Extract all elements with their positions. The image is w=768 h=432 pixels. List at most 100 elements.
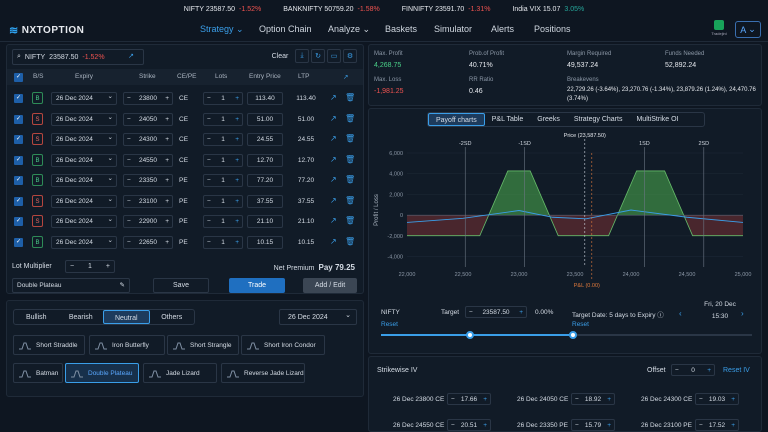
delete-icon[interactable]: 🗑 [345,114,355,123]
delete-icon[interactable]: 🗑 [345,134,355,143]
tab-neutral[interactable]: Neutral [103,310,150,324]
option-type[interactable]: CE [179,95,188,102]
tab-others[interactable]: Others [150,310,195,324]
entry-price-input[interactable]: 113.40 [247,92,283,105]
expiry-select[interactable]: 26 Dec 2024 [279,308,357,325]
entry-price-input[interactable]: 12.70 [247,153,283,167]
tab-strategy-charts[interactable]: Strategy Charts [567,113,630,126]
nav-analyze[interactable]: Analyze ⌄ [328,24,370,35]
date-slider[interactable] [572,334,752,336]
strategy-card[interactable]: Batman [13,363,63,383]
leg-checkbox[interactable]: ✓ [14,237,23,247]
chart-icon[interactable]: ↗ [124,49,138,63]
chevron-left-icon[interactable]: ‹ [679,309,682,318]
iv-stepper[interactable]: −17.66 + [447,393,491,405]
delete-icon[interactable]: 🗑 [345,93,355,102]
nav-strategy[interactable]: Strategy ⌄ [200,24,244,35]
option-type[interactable]: PE [179,218,188,225]
lots-stepper[interactable]: −1 + [203,174,243,187]
add-edit-button[interactable]: Add / Edit [303,278,357,293]
option-type[interactable]: PE [179,177,188,184]
iv-stepper[interactable]: −19.03 + [695,393,739,405]
share-icon[interactable]: ▭ [327,49,341,63]
nav-option-chain[interactable]: Option Chain [259,24,312,34]
delete-icon[interactable]: 🗑 [345,237,355,246]
payoff-chart[interactable]: 6,000 4,000 2,000 0 -2,000 -4,000 22,000 22,500… [369,129,763,301]
delete-icon[interactable]: 🗑 [345,216,355,225]
entry-price-input[interactable]: 21.10 [247,215,283,228]
broker-tradejini[interactable]: Tradejini [708,20,730,40]
download-icon[interactable]: ⤓ [295,49,309,63]
expiry-select[interactable]: 26 Dec 2024 [51,214,117,228]
tab-pnl-table[interactable]: P&L Table [485,113,531,126]
strike-stepper[interactable]: −24550 + [123,153,173,167]
strike-stepper[interactable]: −24300 + [123,133,173,146]
tab-bearish[interactable]: Bearish [59,310,104,324]
strike-stepper[interactable]: −22650 + [123,235,173,249]
leg-checkbox[interactable]: ✓ [14,217,23,226]
nav-baskets[interactable]: Baskets [385,24,417,34]
lots-stepper[interactable]: −1 + [203,133,243,146]
leg-checkbox[interactable]: ✓ [14,155,23,165]
buy-sell-toggle[interactable]: B [32,92,43,104]
entry-price-input[interactable]: 37.55 [247,194,283,208]
chart-icon[interactable]: ↗ [330,175,337,184]
clear-button[interactable]: Clear [269,49,291,63]
strike-stepper[interactable]: −23100 + [123,194,173,208]
buy-sell-toggle[interactable]: B [32,235,43,248]
expiry-select[interactable]: 26 Dec 2024 [51,173,117,187]
nav-simulator[interactable]: Simulator [434,24,472,34]
buy-sell-toggle[interactable]: B [32,153,43,166]
lots-stepper[interactable]: −1 + [203,92,243,105]
expiry-select[interactable]: 26 Dec 2024 [51,235,117,249]
option-type[interactable]: CE [179,116,188,123]
leg-checkbox[interactable]: ✓ [14,135,23,144]
tab-multistrike-oi[interactable]: MultiStrike OI [629,113,685,126]
expand-icon[interactable]: ↗ [343,73,348,81]
expiry-select[interactable]: 26 Dec 2024 [51,132,117,146]
entry-price-input[interactable]: 10.15 [247,235,283,249]
delete-icon[interactable]: 🗑 [345,196,355,205]
strategy-card[interactable]: Short Iron Condor [241,335,325,355]
select-all-checkbox[interactable]: ✓ [14,73,23,82]
strike-stepper[interactable]: −23350 + [123,174,173,187]
buy-sell-toggle[interactable]: S [32,215,43,227]
save-button[interactable]: Save [153,278,209,293]
chart-icon[interactable]: ↗ [330,196,337,205]
target-slider-thumb[interactable] [466,331,474,339]
delete-icon[interactable]: 🗑 [345,175,355,184]
lots-stepper[interactable]: −1 + [203,112,243,126]
tab-bullish[interactable]: Bullish [14,310,59,324]
lots-stepper[interactable]: −1 + [203,215,243,228]
buy-sell-toggle[interactable]: S [32,133,43,145]
strategy-card[interactable]: Iron Butterfly [89,335,165,355]
date-reset-link[interactable]: Reset [572,321,589,328]
delete-icon[interactable]: 🗑 [345,155,355,164]
leg-checkbox[interactable]: ✓ [14,114,23,124]
chevron-right-icon[interactable]: › [741,309,744,318]
iv-stepper[interactable]: −20.51 + [447,419,491,431]
strike-stepper[interactable]: −22900 + [123,215,173,228]
buy-sell-toggle[interactable]: S [32,112,43,125]
nav-positions[interactable]: Positions [534,24,571,34]
offset-stepper[interactable]: −0 + [671,364,715,376]
entry-price-input[interactable]: 77.20 [247,174,283,187]
chart-icon[interactable]: ↗ [330,216,337,225]
strategy-card[interactable]: Jade Lizard [143,363,217,383]
expiry-select[interactable]: 26 Dec 2024 [51,112,117,126]
iv-stepper[interactable]: −15.79 + [571,419,615,431]
expiry-select[interactable]: 26 Dec 2024 [51,153,117,167]
chart-icon[interactable]: ↗ [330,114,337,123]
sim-reset-link[interactable]: Reset [381,321,398,328]
reset-iv-link[interactable]: Reset IV [723,367,750,374]
nav-alerts[interactable]: Alerts [491,24,514,34]
expiry-select[interactable]: 26 Dec 2024 [51,194,117,208]
leg-checkbox[interactable]: ✓ [14,94,23,103]
strategy-card[interactable]: Short Straddle [13,335,85,355]
entry-price-input[interactable]: 51.00 [247,112,283,126]
target-stepper[interactable]: −23587.50 + [465,306,527,318]
strike-stepper[interactable]: −23800 + [123,92,173,105]
tab-greeks[interactable]: Greeks [530,113,567,126]
chart-icon[interactable]: ↗ [330,93,337,102]
logo[interactable]: ≋ NXTOPTION [9,24,84,37]
